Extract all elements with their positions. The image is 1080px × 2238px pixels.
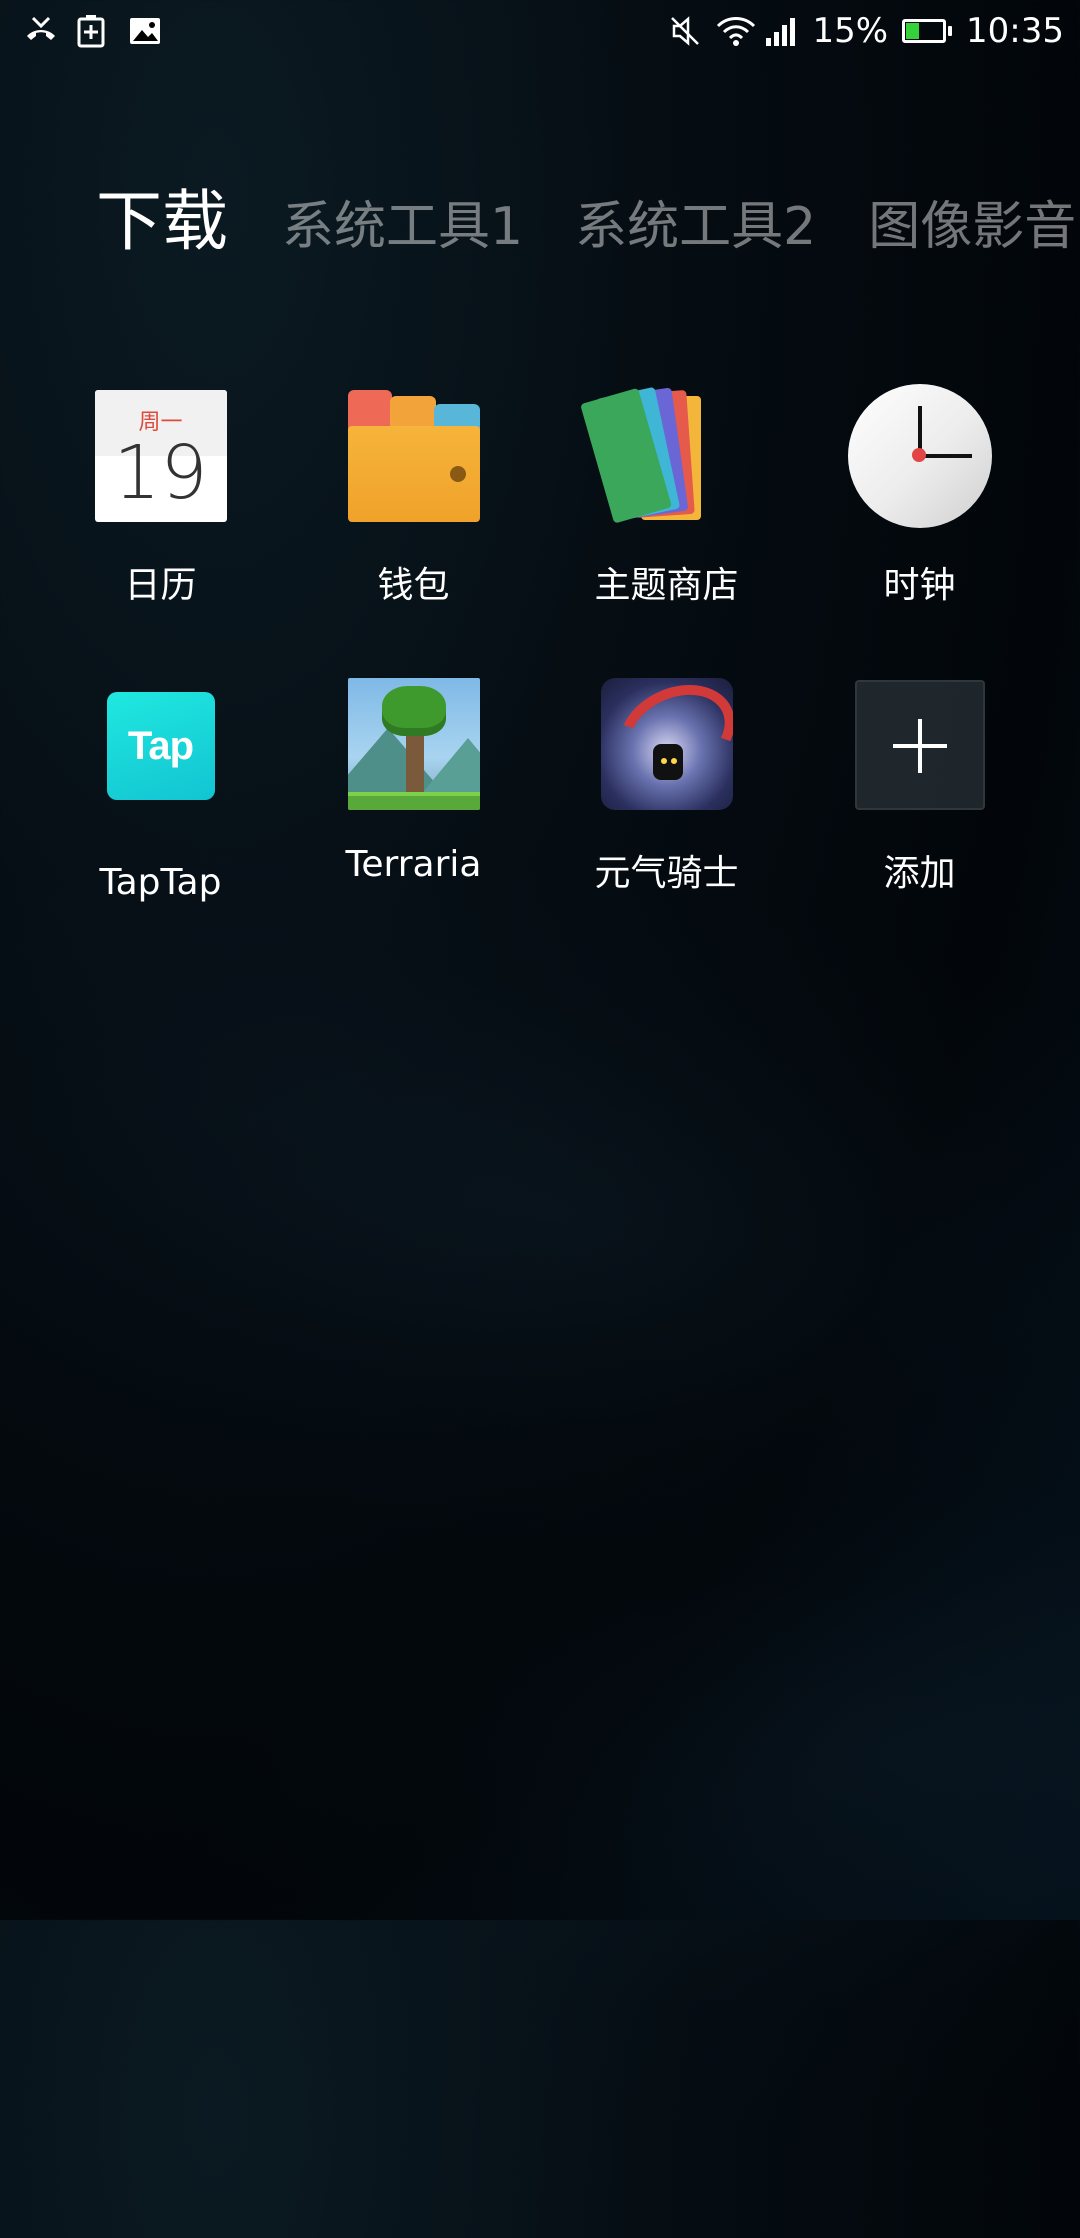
soul-knight-icon xyxy=(600,678,733,810)
tab-downloads[interactable]: 下载 xyxy=(96,168,228,264)
mute-icon xyxy=(668,14,702,48)
app-taptap[interactable]: Tap TapTap xyxy=(34,678,287,966)
app-label: 时钟 xyxy=(883,565,956,606)
terraria-icon xyxy=(347,678,480,810)
app-grid: 周一 19 日历 钱包 主题商店 时钟 Tap TapTap Terraria … xyxy=(0,384,1080,966)
app-soul-knight[interactable]: 元气骑士 xyxy=(540,678,793,966)
battery-icon xyxy=(902,19,953,43)
tab-system-tools-2[interactable]: 系统工具2 xyxy=(575,184,816,259)
wallet-icon xyxy=(347,390,480,522)
theme-store-icon xyxy=(579,386,733,524)
app-theme-store[interactable]: 主题商店 xyxy=(540,386,793,678)
app-terraria[interactable]: Terraria xyxy=(287,678,540,966)
app-label: 钱包 xyxy=(377,565,450,606)
app-label: 主题商店 xyxy=(594,565,739,606)
app-label: 日历 xyxy=(124,565,197,606)
app-add[interactable]: 添加 xyxy=(793,678,1046,966)
folder-tabs: 下载 系统工具1 系统工具2 图像影音 xyxy=(96,168,1080,264)
clock-time: 10:35 xyxy=(966,11,1064,51)
calendar-day: 19 xyxy=(113,430,208,516)
app-label: TapTap xyxy=(99,862,222,903)
battery-percent: 15% xyxy=(812,11,889,51)
signal-icon xyxy=(764,14,798,48)
tab-media[interactable]: 图像影音 xyxy=(868,184,1076,259)
app-calendar[interactable]: 周一 19 日历 xyxy=(34,390,287,678)
taptap-logo-text: Tap xyxy=(127,723,194,768)
app-label: 添加 xyxy=(883,853,956,894)
add-icon xyxy=(854,680,985,810)
wifi-icon xyxy=(716,14,756,48)
battery-saver-icon xyxy=(76,14,110,48)
app-wallet[interactable]: 钱包 xyxy=(287,390,540,678)
app-label: Terraria xyxy=(345,844,482,885)
missed-call-icon xyxy=(24,14,58,48)
app-label: 元气骑士 xyxy=(594,853,739,894)
status-bar: 15% 10:35 xyxy=(0,0,1080,62)
app-clock[interactable]: 时钟 xyxy=(793,384,1046,678)
clock-icon xyxy=(847,384,992,528)
taptap-icon: Tap xyxy=(106,692,215,800)
tab-system-tools-1[interactable]: 系统工具1 xyxy=(282,184,523,259)
calendar-icon: 周一 19 xyxy=(94,390,227,522)
gallery-icon xyxy=(128,14,162,48)
